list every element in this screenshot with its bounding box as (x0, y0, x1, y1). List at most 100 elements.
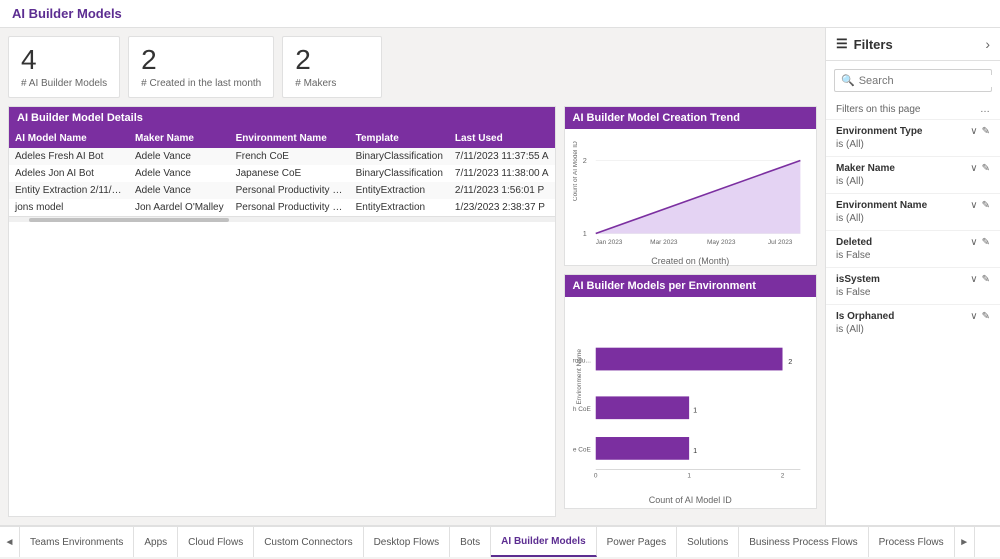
svg-text:1: 1 (693, 446, 697, 455)
filter-item-2: Environment Name ∨ ✎ is (All) (826, 193, 1000, 230)
filters-title: ☰ Filters (836, 36, 893, 52)
content-area: 4 # AI Builder Models 2 # Created in the… (0, 28, 825, 525)
filter-edit-icon-2[interactable]: ✎ (982, 200, 990, 211)
table-scroll-thumb (29, 218, 229, 222)
filter-chevron-icon-3[interactable]: ∨ (970, 237, 977, 248)
filter-chevron-icon-5[interactable]: ∨ (970, 311, 977, 322)
filter-item-value-5: is (All) (836, 324, 990, 335)
filter-chevron-icon-2[interactable]: ∨ (970, 200, 977, 211)
table-cell-2-4: 2/11/2023 1:56:01 P (449, 182, 555, 199)
table-cell-2-1: Adele Vance (129, 182, 230, 199)
table-scroll[interactable] (9, 216, 555, 222)
kpi-value-0: 4 (21, 45, 107, 76)
table-cell-0-4: 7/11/2023 11:37:55 A (449, 148, 555, 165)
table-container: AI Builder Model Details AI Model NameMa… (8, 106, 556, 517)
line-chart-container: AI Builder Model Creation Trend 2 1 (564, 106, 818, 266)
filter-item-value-2: is (All) (836, 213, 990, 224)
line-chart-body: 2 1 Count of AI Model ID (565, 129, 817, 265)
kpi-label-2: # Makers (295, 78, 369, 89)
filter-item-value-1: is (All) (836, 176, 990, 187)
tab-nav-right[interactable]: ► (955, 527, 975, 557)
tab-bots[interactable]: Bots (450, 527, 491, 557)
line-chart-svg: 2 1 Count of AI Model ID (573, 137, 809, 257)
filters-ellipsis[interactable]: … (980, 104, 990, 115)
svg-text:1: 1 (582, 229, 586, 238)
left-section: AI Builder Model Details AI Model NameMa… (8, 106, 556, 517)
kpi-card-2: 2 # Makers (282, 36, 382, 98)
table-col-header: Maker Name (129, 129, 230, 148)
svg-text:Personal Produ...: Personal Produ... (573, 357, 591, 364)
table-cell-3-3: EntityExtraction (350, 199, 449, 216)
table-header-row: AI Model NameMaker NameEnvironment NameT… (9, 129, 555, 148)
table-cell-1-1: Adele Vance (129, 165, 230, 182)
line-chart-title: AI Builder Model Creation Trend (565, 107, 817, 129)
tab-cloud-flows[interactable]: Cloud Flows (178, 527, 254, 557)
filter-edit-icon-3[interactable]: ✎ (982, 237, 990, 248)
table-cell-2-0: Entity Extraction 2/11/2023, 6:55:59 AM (9, 182, 129, 199)
filters-on-page-label: Filters on this page … (826, 100, 1000, 119)
table-col-header: Template (350, 129, 449, 148)
svg-text:2: 2 (582, 156, 586, 165)
table-col-header: Last Used (449, 129, 555, 148)
filter-chevron-icon-1[interactable]: ∨ (970, 163, 977, 174)
filter-item-1: Maker Name ∨ ✎ is (All) (826, 156, 1000, 193)
svg-text:Jul 2023: Jul 2023 (767, 239, 792, 246)
filter-item-header-5: Is Orphaned ∨ ✎ (836, 311, 990, 322)
tab-business-process-flows[interactable]: Business Process Flows (739, 527, 868, 557)
tab-desktop-flows[interactable]: Desktop Flows (364, 527, 451, 557)
kpi-label-0: # AI Builder Models (21, 78, 107, 89)
filter-item-0: Environment Type ∨ ✎ is (All) (826, 119, 1000, 156)
tab-power-pages[interactable]: Power Pages (597, 527, 677, 557)
table-cell-0-2: French CoE (230, 148, 350, 165)
filters-collapse-button[interactable]: › (985, 36, 990, 52)
table-col-header: AI Model Name (9, 129, 129, 148)
svg-text:1: 1 (693, 405, 697, 414)
svg-text:May 2023: May 2023 (706, 239, 735, 246)
svg-text:Mar 2023: Mar 2023 (650, 239, 678, 246)
svg-text:2: 2 (780, 472, 784, 479)
table-cell-3-0: jons model (9, 199, 129, 216)
filter-item-header-1: Maker Name ∨ ✎ (836, 163, 990, 174)
filter-item-controls-5: ∨ ✎ (970, 311, 990, 322)
filter-item-controls-4: ∨ ✎ (970, 274, 990, 285)
tab-solutions[interactable]: Solutions (677, 527, 739, 557)
tab-custom-connectors[interactable]: Custom Connectors (254, 527, 363, 557)
filter-item-controls-2: ∨ ✎ (970, 200, 990, 211)
bar-chart-body: Environment Name Personal Produ... Frenc… (565, 297, 817, 508)
filter-chevron-icon-4[interactable]: ∨ (970, 274, 977, 285)
svg-text:0: 0 (593, 472, 597, 479)
filters-header: ☰ Filters › (826, 28, 1000, 61)
filter-item-3: Deleted ∨ ✎ is False (826, 230, 1000, 267)
filter-item-title-3: Deleted (836, 237, 872, 248)
line-chart-x-label: Created on (Month) (573, 256, 809, 266)
filter-search-box[interactable]: 🔍 (834, 69, 992, 92)
tab-apps[interactable]: Apps (134, 527, 178, 557)
table-row: jons modelJon Aardel O'MalleyPersonal Pr… (9, 199, 555, 216)
filter-item-title-0: Environment Type (836, 126, 923, 137)
tab-ai-builder-models[interactable]: AI Builder Models (491, 527, 596, 557)
tab-items-container: Teams EnvironmentsAppsCloud FlowsCustom … (20, 527, 955, 557)
filter-search-input[interactable] (859, 75, 1000, 87)
filter-item-value-4: is False (836, 287, 990, 298)
tab-nav-left[interactable]: ◄ (0, 527, 20, 557)
filter-icon: ☰ (836, 36, 848, 52)
filter-chevron-icon-0[interactable]: ∨ (970, 126, 977, 137)
filter-edit-icon-4[interactable]: ✎ (982, 274, 990, 285)
filter-edit-icon-0[interactable]: ✎ (982, 126, 990, 137)
filter-edit-icon-1[interactable]: ✎ (982, 163, 990, 174)
tab-teams-environments[interactable]: Teams Environments (20, 527, 134, 557)
svg-text:Jan 2023: Jan 2023 (595, 239, 622, 246)
svg-text:Japanese CoE: Japanese CoE (573, 446, 592, 453)
tab-process-flows[interactable]: Process Flows (869, 527, 955, 557)
table-cell-2-3: EntityExtraction (350, 182, 449, 199)
table-cell-3-4: 1/23/2023 2:38:37 P (449, 199, 555, 216)
table-row: Adeles Jon AI BotAdele VanceJapanese CoE… (9, 165, 555, 182)
table-row: Entity Extraction 2/11/2023, 6:55:59 AMA… (9, 182, 555, 199)
tab-bar: ◄ Teams EnvironmentsAppsCloud FlowsCusto… (0, 525, 1000, 557)
kpi-row: 4 # AI Builder Models 2 # Created in the… (8, 36, 817, 98)
bar-chart-container: AI Builder Models per Environment Enviro… (564, 274, 818, 509)
filter-item-value-0: is (All) (836, 139, 990, 150)
table-cell-1-4: 7/11/2023 11:38:00 A (449, 165, 555, 182)
filter-edit-icon-5[interactable]: ✎ (982, 311, 990, 322)
kpi-value-2: 2 (295, 45, 369, 76)
